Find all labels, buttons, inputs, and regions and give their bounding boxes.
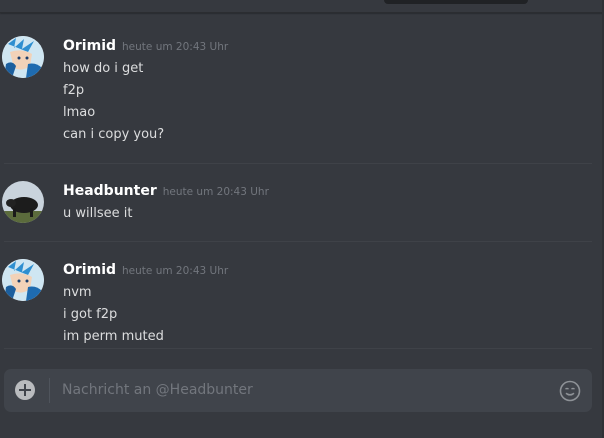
message-text: im perm muted: [63, 329, 164, 344]
top-bar: [0, 0, 604, 13]
message-author[interactable]: Headbunter heute um 20:43 Uhr: [63, 183, 269, 199]
message-text: lmao: [63, 105, 96, 120]
message-author[interactable]: Orimid heute um 20:43 Uhr: [63, 38, 228, 54]
search-bar[interactable]: [384, 0, 528, 4]
message-timestamp: heute um 20:43 Uhr: [122, 41, 229, 53]
message-text: u willsee it: [63, 206, 133, 221]
message-composer[interactable]: Nachricht an @Headbunter: [4, 369, 592, 412]
message-text: i got f2p: [63, 307, 118, 322]
message-text: f2p: [63, 83, 85, 98]
message-text: how do i get: [63, 61, 144, 76]
message-input[interactable]: Nachricht an @Headbunter: [62, 382, 253, 398]
avatar[interactable]: [2, 259, 44, 301]
message-text: nvm: [63, 285, 92, 300]
author-name[interactable]: Headbunter: [63, 183, 157, 199]
message-divider: [4, 241, 592, 242]
upload-plus-icon[interactable]: [15, 380, 35, 400]
avatar[interactable]: [2, 36, 44, 78]
message-text: can i copy you?: [63, 127, 165, 142]
message-timestamp: heute um 20:43 Uhr: [162, 186, 269, 198]
author-name[interactable]: Orimid: [63, 262, 116, 278]
message-author[interactable]: Orimid heute um 20:43 Uhr: [63, 262, 228, 278]
message-divider: [4, 163, 592, 164]
message-divider: [4, 348, 592, 349]
emoji-icon[interactable]: [559, 380, 581, 402]
author-name[interactable]: Orimid: [63, 38, 116, 54]
composer-separator: [49, 378, 50, 403]
avatar[interactable]: [2, 181, 44, 223]
message-timestamp: heute um 20:43 Uhr: [122, 265, 229, 277]
